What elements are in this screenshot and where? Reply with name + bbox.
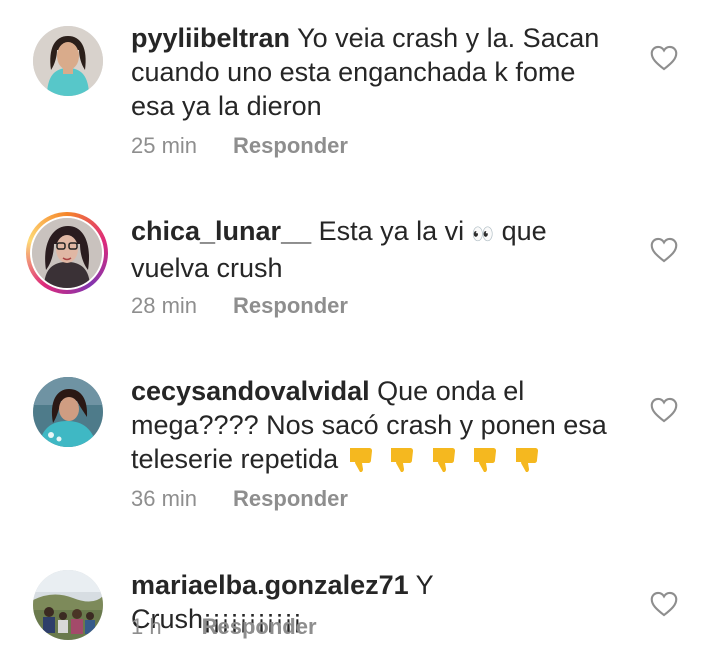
- thumbs-down-emoji: [515, 448, 538, 472]
- username-link[interactable]: chica_lunar__: [131, 216, 311, 246]
- heart-outline-icon[interactable]: [650, 237, 678, 263]
- heart-outline-icon[interactable]: [650, 591, 678, 617]
- heart-outline-icon[interactable]: [650, 45, 678, 71]
- comment-timestamp: 1 h: [131, 614, 162, 639]
- comment-text: pyyliibeltran Yo veia crash y la. Sacan …: [131, 21, 611, 123]
- reply-button[interactable]: Responder: [233, 486, 348, 512]
- comment-timestamp: 36 min: [131, 486, 198, 511]
- thumbs-down-emoji: [349, 448, 372, 472]
- thumbs-down-emoji: [474, 448, 497, 472]
- username-link[interactable]: cecysandovalvidal: [131, 376, 370, 406]
- avatar[interactable]: [33, 377, 103, 447]
- comment-meta: 28 min Responder: [131, 293, 348, 319]
- thumbs-down-emoji: [391, 448, 414, 472]
- story-ring[interactable]: [26, 212, 108, 294]
- username-link[interactable]: pyyliibeltran: [131, 23, 290, 53]
- avatar[interactable]: [33, 26, 103, 96]
- comment-text: cecysandovalvidal Que onda el mega???? N…: [131, 374, 611, 476]
- comment-text: chica_lunar__ Esta ya la vi 👀 que vuelva…: [131, 214, 611, 285]
- comment-meta: 36 min Responder: [131, 486, 348, 512]
- avatar[interactable]: [32, 218, 102, 288]
- reply-button[interactable]: Responder: [233, 293, 348, 319]
- eyes-emoji: 👀: [471, 224, 495, 244]
- comment-body: Esta ya la vi: [318, 216, 465, 246]
- comment-meta: 25 min Responder: [131, 133, 348, 159]
- comment-meta: 1 h Responder: [131, 614, 317, 640]
- avatar[interactable]: [33, 570, 103, 640]
- heart-outline-icon[interactable]: [650, 397, 678, 423]
- thumbs-down-emoji: [432, 448, 455, 472]
- comment-timestamp: 28 min: [131, 293, 198, 318]
- username-link[interactable]: mariaelba.gonzalez71: [131, 570, 409, 600]
- reply-button[interactable]: Responder: [202, 614, 317, 640]
- comment-timestamp: 25 min: [131, 133, 198, 158]
- reply-button[interactable]: Responder: [233, 133, 348, 159]
- thumbs-down-emoji-group: [346, 444, 546, 474]
